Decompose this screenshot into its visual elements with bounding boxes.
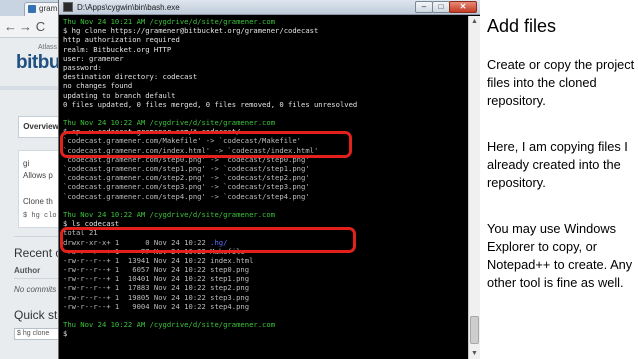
terminal-text: 0 files updated, 0 files merged, 0 files…: [63, 99, 358, 109]
cp-command-highlight: [60, 131, 352, 158]
terminal-text: Thu Nov 24 10:22 AM /cygdrive/d/site/gra…: [63, 209, 276, 219]
instruction-paragraph: Create or copy the project files into th…: [487, 57, 635, 108]
terminal-text: -rw-r--r--+ 1 6057 Nov 24 10:22 step0.pn…: [63, 265, 250, 275]
terminal-text: -rw-r--r--+ 1 13941 Nov 24 10:22 index.h…: [63, 255, 254, 265]
terminal-line: `codecast.gramener.com/step2.png' -> `co…: [63, 173, 468, 182]
terminal-line: -rw-r--r--+ 1 6057 Nov 24 10:22 step0.pn…: [63, 265, 468, 274]
terminal-text: Thu Nov 24 10:22 AM /cygdrive/d/site/gra…: [63, 320, 276, 330]
terminal-title-bar[interactable]: D:\Apps\cygwin\bin\bash.exe – □ ✕: [59, 0, 481, 15]
terminal-text: `codecast.gramener.com/step1.png' -> `co…: [63, 164, 310, 173]
terminal-title: D:\Apps\cygwin\bin\bash.exe: [77, 3, 180, 12]
terminal-line: -rw-r--r--+ 1 13941 Nov 24 10:22 index.h…: [63, 256, 468, 265]
terminal-text: realm: Bitbucket.org HTTP: [63, 44, 172, 54]
ls-command-highlight: [60, 227, 356, 253]
terminal-text: Thu Nov 24 10:21 AM /cygdrive/d/site/gra…: [63, 17, 276, 26]
panel-title: Add files: [487, 16, 557, 36]
browser-tab-title: gram: [39, 4, 58, 13]
recent-commits-heading: Recent c: [14, 246, 62, 260]
terminal-line: 0 files updated, 0 files merged, 0 files…: [63, 100, 468, 109]
terminal-line: http authorization required: [63, 35, 468, 44]
terminal-line: $: [63, 329, 468, 338]
terminal-line: Thu Nov 24 10:21 AM /cygdrive/d/site/gra…: [63, 17, 468, 26]
instruction-paragraph: Here, I am copying files I already creat…: [487, 139, 628, 190]
terminal-line: updating to branch default: [63, 91, 468, 100]
scroll-down-arrow-icon[interactable]: ▼: [469, 348, 480, 359]
terminal-text: -rw-r--r--+ 1 17883 Nov 24 10:22 step2.p…: [63, 283, 250, 293]
terminal-line: Thu Nov 24 10:22 AM /cygdrive/d/site/gra…: [63, 210, 468, 219]
terminal-window[interactable]: D:\Apps\cygwin\bin\bash.exe – □ ✕ Thu No…: [58, 0, 481, 359]
terminal-scrollbar[interactable]: ▲ ▼: [468, 16, 480, 359]
terminal-line: $ hg clone https://gramener@bitbucket.or…: [63, 26, 468, 35]
terminal-text: `codecast.gramener.com/step3.png' -> `co…: [63, 182, 310, 192]
terminal-text: destination directory: codecast: [63, 72, 198, 82]
terminal-text: $: [63, 329, 72, 339]
terminal-line: -rw-r--r--+ 1 17883 Nov 24 10:22 step2.p…: [63, 283, 468, 292]
terminal-text: $ hg clone https://gramener@bitbucket.or…: [63, 26, 319, 36]
bitbucket-wordmark: bitbu: [16, 52, 60, 73]
atlassian-label: Atlass: [38, 44, 58, 51]
terminal-line: `codecast.gramener.com/step1.png' -> `co…: [63, 164, 468, 173]
terminal-line: -rw-r--r--+ 1 19805 Nov 24 10:22 step3.p…: [63, 293, 468, 302]
close-button[interactable]: ✕: [449, 1, 477, 13]
terminal-text: updating to branch default: [63, 90, 176, 100]
scroll-up-arrow-icon[interactable]: ▲: [469, 16, 480, 27]
terminal-line: user: gramener: [63, 54, 468, 63]
terminal-line: Thu Nov 24 10:22 AM /cygdrive/d/site/gra…: [63, 320, 468, 329]
terminal-text: `codecast.gramener.com/step2.png' -> `co…: [63, 173, 310, 183]
terminal-line: -rw-r--r--+ 1 10401 Nov 24 10:22 step1.p…: [63, 274, 468, 283]
scrollbar-thumb[interactable]: [470, 316, 479, 344]
terminal-line: Thu Nov 24 10:22 AM /cygdrive/d/site/gra…: [63, 118, 468, 127]
card-line: Clone th: [23, 197, 53, 206]
minimize-button[interactable]: –: [415, 1, 433, 13]
maximize-button[interactable]: □: [432, 1, 450, 13]
instruction-panel: Add files Create or copy the project fil…: [480, 0, 638, 359]
terminal-text: http authorization required: [63, 35, 180, 45]
clone-command-snippet: $ hg clo: [23, 212, 57, 220]
reload-icon[interactable]: C: [33, 19, 48, 34]
terminal-text: password:: [63, 62, 102, 72]
terminal-line: no changes found: [63, 81, 468, 90]
instruction-paragraph: You may use Windows Explorer to copy, or…: [487, 221, 633, 290]
terminal-text: user: gramener: [63, 53, 124, 63]
terminal-line: `codecast.gramener.com/step3.png' -> `co…: [63, 182, 468, 191]
terminal-text: Thu Nov 24 10:22 AM /cygdrive/d/site/gra…: [63, 118, 276, 128]
terminal-output[interactable]: Thu Nov 24 10:21 AM /cygdrive/d/site/gra…: [63, 17, 468, 357]
terminal-text: no changes found: [63, 81, 133, 91]
terminal-text: -rw-r--r--+ 1 10401 Nov 24 10:22 step1.p…: [63, 274, 250, 284]
terminal-app-icon: [63, 2, 73, 12]
terminal-line: `codecast.gramener.com/step4.png' -> `co…: [63, 192, 468, 201]
terminal-text: -rw-r--r--+ 1 19805 Nov 24 10:22 step3.p…: [63, 292, 250, 302]
author-column-header: Author: [14, 266, 41, 275]
forward-arrow-icon[interactable]: →: [18, 19, 33, 34]
card-line: Allows p: [23, 171, 53, 180]
terminal-line: destination directory: codecast: [63, 72, 468, 81]
terminal-line: -rw-r--r--+ 1 9004 Nov 24 10:22 step4.pn…: [63, 302, 468, 311]
no-commits-text: No commits y: [14, 285, 63, 294]
bitbucket-favicon-icon: [28, 5, 36, 13]
terminal-line: realm: Bitbucket.org HTTP: [63, 45, 468, 54]
back-arrow-icon[interactable]: ←: [3, 19, 18, 34]
card-line: gi: [23, 159, 30, 168]
terminal-text: `codecast.gramener.com/step4.png' -> `co…: [63, 191, 310, 201]
terminal-line: password:: [63, 63, 468, 72]
terminal-text: -rw-r--r--+ 1 9004 Nov 24 10:22 step4.pn…: [63, 301, 250, 311]
